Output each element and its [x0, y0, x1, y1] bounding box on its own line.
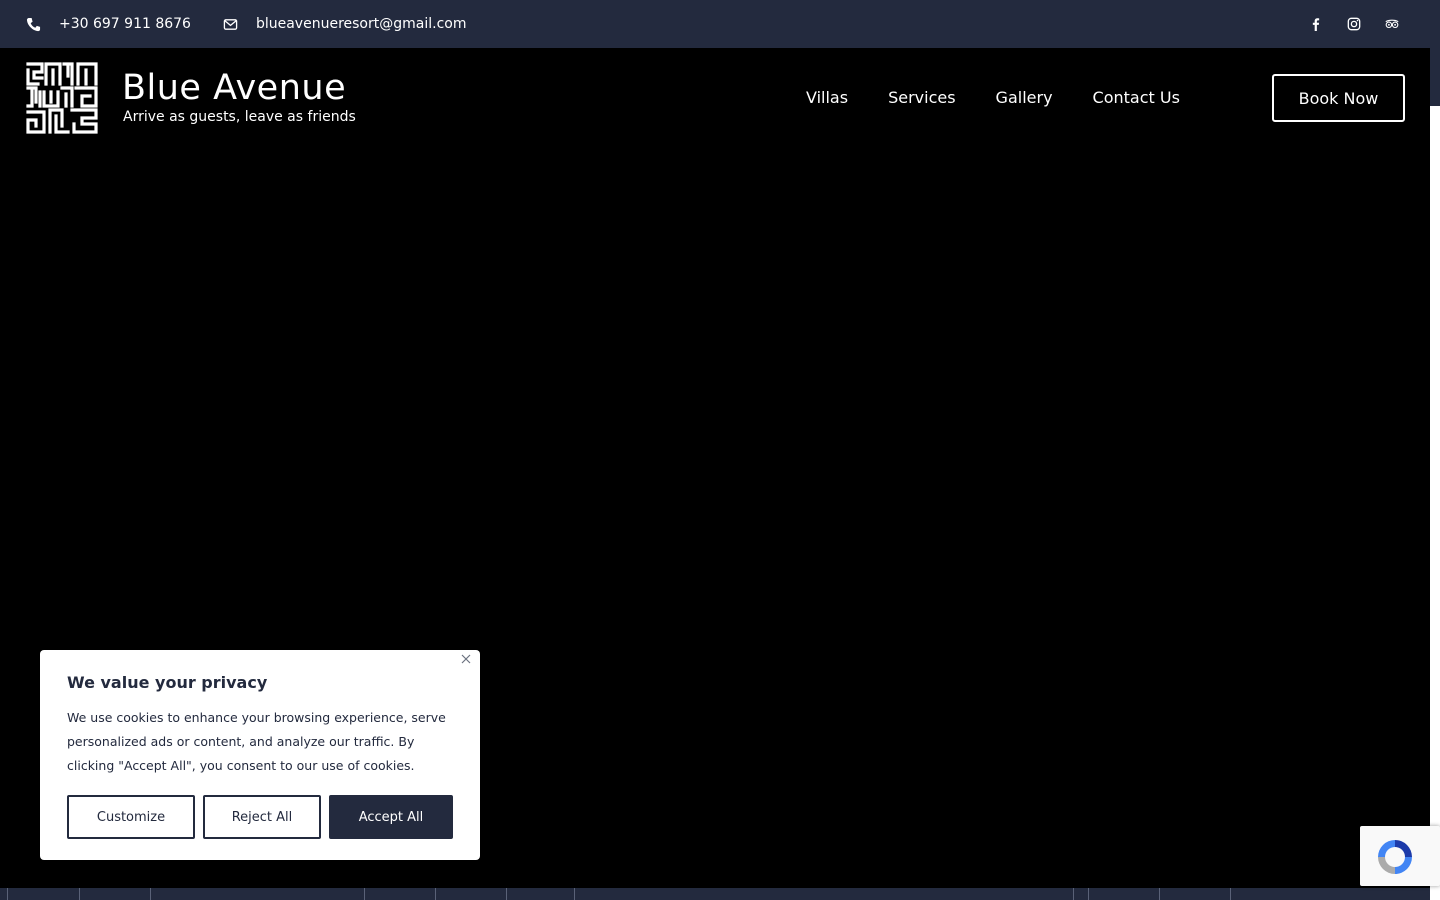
brand-name[interactable]: Blue Avenue — [122, 68, 346, 108]
divider — [79, 888, 80, 900]
social-links — [1308, 0, 1400, 48]
divider — [1159, 888, 1160, 900]
nav-item-gallery[interactable]: Gallery — [996, 88, 1053, 107]
cookie-consent-dialog: We value your privacy We use cookies to … — [40, 650, 480, 860]
email-contact[interactable]: blueavenueresort@gmail.com — [223, 16, 467, 32]
nav-item-contact-us[interactable]: Contact Us — [1093, 88, 1180, 107]
brand-tagline: Arrive as guests, leave as friends — [123, 109, 356, 125]
nav-item-villas[interactable]: Villas — [806, 88, 848, 107]
bottom-strip — [0, 888, 1430, 900]
brand-logo-icon[interactable] — [26, 62, 98, 134]
phone-icon — [26, 17, 41, 31]
facebook-icon[interactable] — [1308, 16, 1324, 32]
divider — [364, 888, 365, 900]
instagram-icon[interactable] — [1346, 16, 1362, 32]
divider — [1088, 888, 1089, 900]
divider — [574, 888, 575, 900]
top-bar: +30 697 911 8676 blueavenueresort@gmail.… — [0, 0, 1440, 48]
book-now-button[interactable]: Book Now — [1272, 74, 1405, 122]
recaptcha-badge[interactable] — [1360, 826, 1440, 886]
nav-item-services[interactable]: Services — [888, 88, 955, 107]
envelope-icon — [223, 18, 238, 30]
phone-contact[interactable]: +30 697 911 8676 — [26, 16, 191, 32]
close-icon[interactable] — [461, 654, 471, 664]
divider — [435, 888, 436, 900]
scrollbar[interactable] — [1430, 48, 1440, 900]
phone-number[interactable]: +30 697 911 8676 — [59, 16, 191, 32]
cookie-title: We value your privacy — [67, 673, 268, 692]
scrollbar-thumb[interactable] — [1430, 48, 1440, 106]
divider — [506, 888, 507, 900]
divider — [1230, 888, 1231, 900]
tripadvisor-icon[interactable] — [1384, 16, 1400, 32]
divider — [7, 888, 8, 900]
accept-all-button[interactable]: Accept All — [329, 795, 453, 839]
customize-button[interactable]: Customize — [67, 795, 195, 839]
recaptcha-icon — [1378, 840, 1412, 874]
divider — [1073, 888, 1074, 900]
main-nav: Villas Services Gallery Contact Us — [806, 88, 1180, 107]
divider — [150, 888, 151, 900]
email-address[interactable]: blueavenueresort@gmail.com — [256, 16, 467, 32]
site-header: Blue Avenue Arrive as guests, leave as f… — [0, 48, 1430, 148]
reject-all-button[interactable]: Reject All — [203, 795, 321, 839]
cookie-description: We use cookies to enhance your browsing … — [67, 710, 446, 773]
